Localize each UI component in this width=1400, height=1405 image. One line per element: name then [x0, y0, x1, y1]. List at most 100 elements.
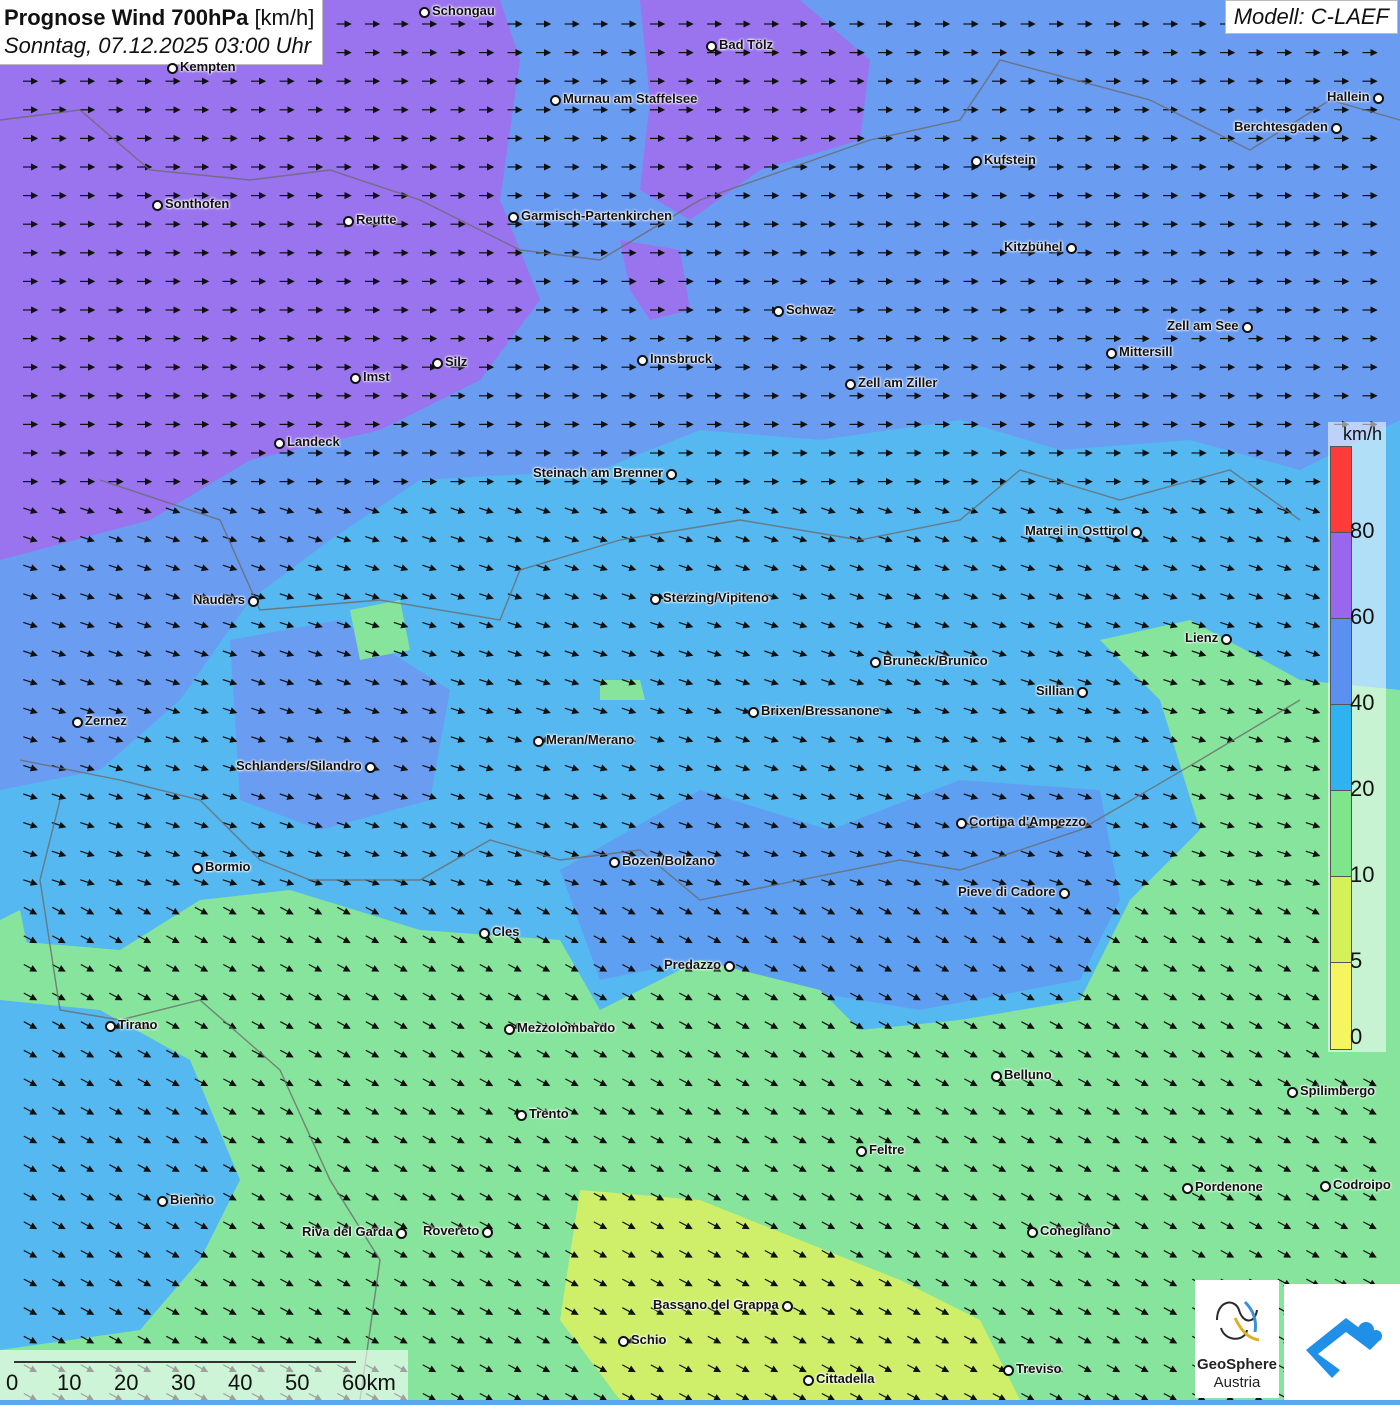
city-marker [1003, 1365, 1014, 1376]
city-marker [533, 736, 544, 747]
legend-tick-label: 80 [1350, 518, 1375, 543]
scale-label: 0 [6, 1370, 19, 1395]
city-marker [192, 863, 203, 874]
map-datetime: Sonntag, 07.12.2025 03:00 Uhr [4, 33, 312, 58]
city-marker [479, 928, 490, 939]
geosphere-emblem-icon [1216, 1300, 1260, 1342]
city-label: Predazzo [664, 957, 722, 972]
legend-swatch [1330, 532, 1352, 620]
city-marker [782, 1301, 793, 1312]
city-marker [1287, 1087, 1298, 1098]
city-label: Kufstein [984, 152, 1036, 167]
city-marker [419, 7, 430, 18]
scale-label: 20 [114, 1370, 139, 1395]
city-marker [956, 818, 967, 829]
city-label: Imst [363, 369, 390, 384]
city-marker [1182, 1183, 1193, 1194]
city-label: Belluno [1004, 1067, 1052, 1082]
city-label: Sterzing/Vipiteno [663, 590, 769, 605]
city-marker [1077, 687, 1088, 698]
city-marker [396, 1228, 407, 1239]
city-label: Silz [445, 354, 468, 369]
geosphere-name: GeoSphere [1196, 1356, 1278, 1373]
city-marker [274, 438, 285, 449]
city-marker [724, 961, 735, 972]
model-label: Modell: C-LAEF [1224, 0, 1398, 34]
city-marker [1027, 1227, 1038, 1238]
city-marker [748, 707, 759, 718]
legend-tick-label: 0 [1350, 1024, 1363, 1049]
city-label: Bormio [205, 859, 251, 874]
city-marker [1373, 93, 1384, 104]
city-marker [856, 1146, 867, 1157]
city-label: Garmisch-Partenkirchen [521, 208, 673, 223]
city-marker [105, 1021, 116, 1032]
city-label: Bienno [170, 1192, 215, 1207]
city-label: Zernez [85, 713, 127, 728]
scale-label: 40 [228, 1370, 253, 1395]
city-label: Bruneck/Brunico [883, 653, 988, 668]
city-marker [157, 1196, 168, 1207]
legend-swatch [1330, 618, 1352, 706]
city-marker [637, 355, 648, 366]
city-label: Pieve di Cadore [958, 884, 1056, 899]
legend-tick-label: 20 [1350, 776, 1375, 801]
scale-label: 60km [342, 1370, 396, 1395]
city-label: Schlanders/Silandro [236, 758, 362, 773]
legend-swatch [1330, 704, 1352, 792]
city-marker [504, 1024, 515, 1035]
city-marker [1066, 243, 1077, 254]
city-label: Codroipo [1333, 1177, 1391, 1192]
city-label: Rovereto [423, 1223, 480, 1238]
legend-swatch [1330, 790, 1352, 878]
legend-swatch [1330, 446, 1352, 534]
legend-swatch [1330, 876, 1352, 964]
city-label: Spilimbergo [1300, 1083, 1376, 1098]
city-marker [991, 1071, 1002, 1082]
city-label: Schongau [432, 3, 495, 18]
city-marker [343, 216, 354, 227]
city-label: Berchtesgaden [1234, 119, 1328, 134]
geosphere-country: Austria [1213, 1374, 1261, 1391]
city-label: Zell am Ziller [858, 375, 938, 390]
city-marker [167, 63, 178, 74]
legend-tick-label: 10 [1350, 862, 1375, 887]
city-marker [666, 469, 677, 480]
city-label: Cortina d'Ampezzo [969, 814, 1087, 829]
city-label: Tirano [118, 1017, 158, 1032]
city-marker [1221, 634, 1232, 645]
city-marker [1242, 322, 1253, 333]
city-label: Conegliano [1040, 1223, 1111, 1238]
city-label: Trento [529, 1106, 569, 1121]
city-label: Brixen/Bressanone [761, 703, 880, 718]
city-label: Bassano del Grappa [653, 1297, 779, 1312]
app-logo[interactable] [1284, 1284, 1400, 1400]
city-label: Mezzolombardo [517, 1020, 616, 1035]
city-label: Feltre [869, 1142, 905, 1157]
city-marker [508, 212, 519, 223]
city-marker [773, 306, 784, 317]
city-label: Pordenone [1195, 1179, 1263, 1194]
city-label: Schwaz [786, 302, 834, 317]
city-marker [845, 379, 856, 390]
legend-swatch [1330, 962, 1352, 1050]
legend-unit: km/h [1342, 424, 1382, 444]
city-marker [432, 358, 443, 369]
city-label: Reutte [356, 212, 397, 227]
city-label: Lienz [1185, 630, 1219, 645]
map-title: Prognose Wind 700hPa [km/h] [4, 4, 314, 32]
city-label: Cittadella [816, 1371, 875, 1386]
city-marker [1320, 1181, 1331, 1192]
wind-field-10-20-island2 [600, 680, 645, 700]
city-label: Kempten [180, 59, 236, 74]
city-marker [706, 41, 717, 52]
city-label: Zell am See [1167, 318, 1239, 333]
title-box: Prognose Wind 700hPa [km/h] Sonntag, 07.… [0, 0, 324, 65]
city-marker [1131, 527, 1142, 538]
title-bold: Prognose Wind 700hPa [4, 5, 249, 30]
city-marker [650, 594, 661, 605]
city-marker [365, 762, 376, 773]
city-label: Cles [492, 924, 520, 939]
city-label: Schio [631, 1332, 667, 1347]
city-label: Hallein [1327, 89, 1370, 104]
